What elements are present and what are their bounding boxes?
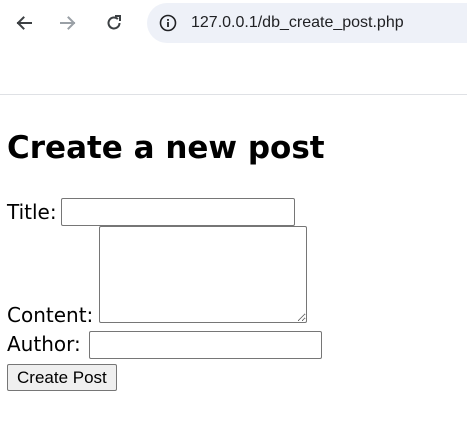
page-title: Create a new post: [7, 130, 325, 166]
reload-button[interactable]: [102, 11, 126, 35]
reload-icon: [107, 15, 121, 30]
url-text[interactable]: 127.0.0.1/db_create_post.php: [191, 14, 404, 32]
info-circle-icon[interactable]: [158, 13, 178, 33]
author-input[interactable]: [89, 331, 322, 359]
author-label: Author:: [7, 332, 81, 356]
arrow-right-icon: [60, 16, 76, 30]
title-input[interactable]: [61, 198, 295, 226]
content-textarea[interactable]: [99, 226, 307, 323]
create-post-button[interactable]: Create Post: [7, 364, 117, 391]
arrow-left-icon: [16, 16, 32, 30]
browser-toolbar: 127.0.0.1/db_create_post.php: [0, 0, 467, 95]
forward-button[interactable]: [56, 11, 80, 35]
title-label: Title:: [7, 200, 57, 224]
content-label: Content:: [7, 303, 94, 327]
address-bar[interactable]: 127.0.0.1/db_create_post.php: [147, 3, 467, 43]
back-button[interactable]: [12, 11, 36, 35]
